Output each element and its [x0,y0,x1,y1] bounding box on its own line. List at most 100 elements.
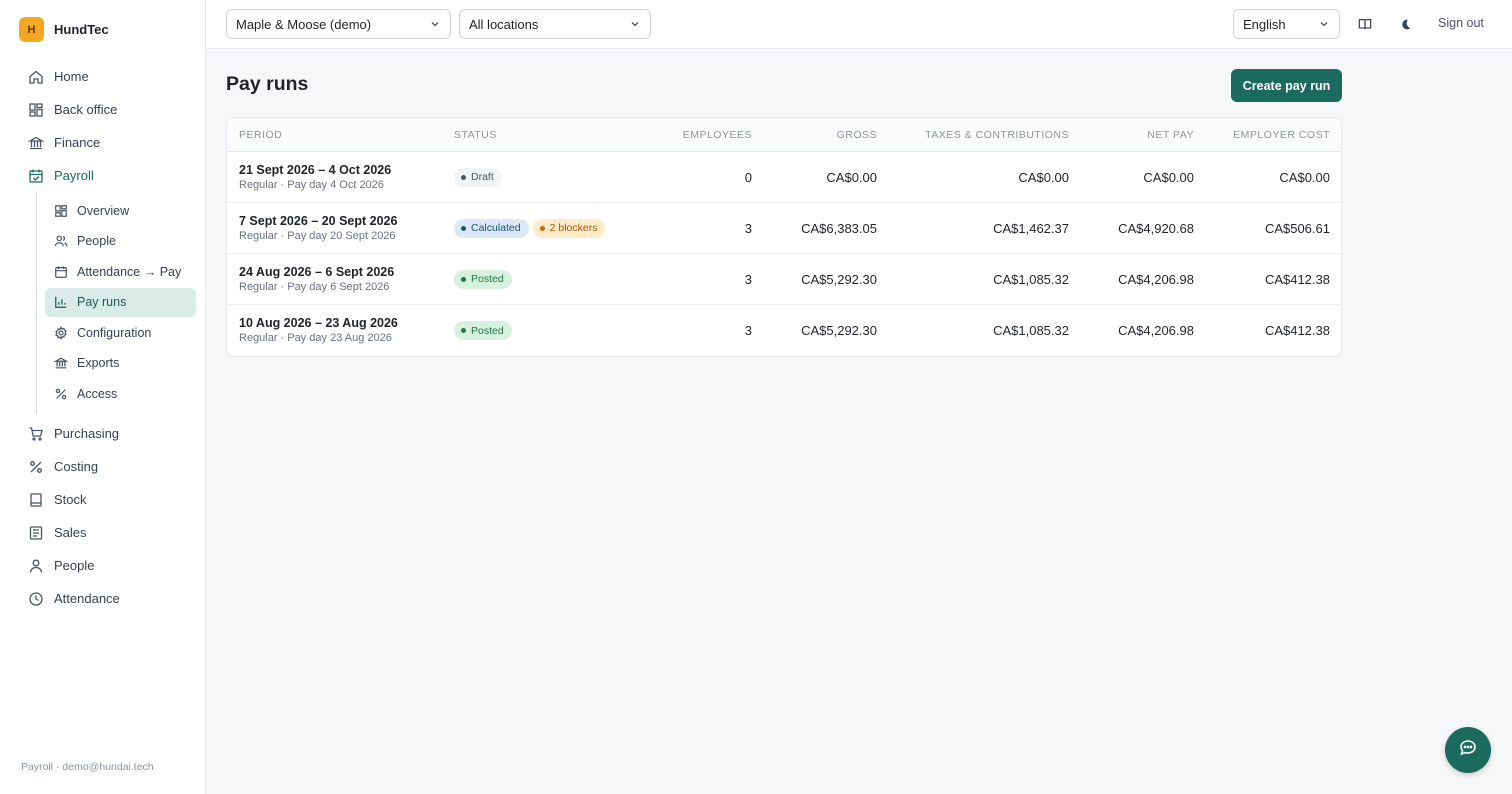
sidebar-subitem-exports[interactable]: Exports [45,349,196,378]
chevron-down-icon [1319,17,1329,32]
table-row[interactable]: 7 Sept 2026 – 20 Sept 2026 Regular · Pay… [227,203,1341,254]
page-title: Pay runs [226,73,309,95]
sidebar-item-people[interactable]: People [19,549,195,582]
sidebar-item-label: People [54,558,95,574]
bank-icon [28,135,44,151]
book-icon[interactable] [1355,14,1375,34]
period-cell: 10 Aug 2026 – 23 Aug 2026 Regular · Pay … [227,315,454,346]
period-subtitle: Regular · Pay day 4 Oct 2026 [239,178,384,191]
table-row[interactable]: 10 Aug 2026 – 23 Aug 2026 Regular · Pay … [227,305,1341,356]
status-badge: Calculated [454,218,529,238]
period-range: 24 Aug 2026 – 6 Sept 2026 [239,264,395,279]
sidebar-item-label: Home [54,69,89,84]
header-employees[interactable]: EMPLOYEES [632,129,752,141]
blockers-badge[interactable]: 2 blockers [532,218,606,238]
brand-logo: H [19,17,44,42]
period-cell: 21 Sept 2026 – 4 Oct 2026 Regular · Pay … [227,162,454,193]
grid-icon [54,204,68,218]
taxes-cell: CA$1,085.32 [993,271,1069,287]
company-select[interactable]: Maple & Moose (demo) [226,9,451,39]
period-cell: 7 Sept 2026 – 20 Sept 2026 Regular · Pay… [227,213,454,244]
sidebar-item-home[interactable]: Home [19,60,195,93]
status-badge: Posted [454,269,512,289]
sidebar-subitem-overview[interactable]: Overview [45,196,196,225]
employees-cell: 0 [744,169,752,185]
sidebar-item-label: Finance [54,135,101,150]
pay-runs-table: PERIOD STATUS EMPLOYEES GROSS TAXES & CO… [226,117,1342,357]
sidebar-item-stock[interactable]: Stock [19,483,195,516]
sidebar-subitem-label: Attendance → Pay [77,264,182,279]
period-subtitle: Regular · Pay day 20 Sept 2026 [239,229,396,242]
create-pay-run-button[interactable]: Create pay run [1231,69,1342,102]
taxes-cell: CA$1,085.32 [993,323,1069,338]
net-pay-cell: CA$0.00 [1143,169,1194,185]
chevron-down-icon [630,17,640,32]
sidebar-item-sales[interactable]: Sales [19,516,195,549]
header-taxes[interactable]: TAXES & CONTRIBUTIONS [877,129,1069,141]
sidebar-item-label: Payroll [54,168,94,183]
employer-cost-cell: CA$412.38 [1264,323,1330,338]
company-select-value: Maple & Moose (demo) [236,16,372,32]
grid-icon [28,102,44,118]
status-badge-label: Calculated [471,222,521,234]
sidebar: H HundTec Home Back office Finance Payro… [0,0,206,794]
topbar: Maple & Moose (demo) All locations Engli… [206,0,1512,49]
status-cell: Calculated 2 blockers [454,218,632,238]
sidebar-item-label: Back office [54,102,118,117]
header-employer-cost[interactable]: EMPLOYER COST [1194,129,1330,141]
table-row[interactable]: 24 Aug 2026 – 6 Sept 2026 Regular · Pay … [227,254,1341,305]
sidebar-item-finance[interactable]: Finance [19,126,195,159]
sidebar-subitem-configuration[interactable]: Configuration [45,318,196,347]
sidebar-item-attendance[interactable]: Attendance [19,582,195,615]
user-icon [28,558,44,574]
sidebar-item-back-office[interactable]: Back office [19,93,195,126]
box-icon [28,492,44,508]
gross-cell: CA$5,292.30 [801,323,877,338]
employees-cell: 3 [744,271,752,287]
location-select[interactable]: All locations [459,9,651,39]
gross-cell: CA$5,292.30 [801,271,877,287]
sidebar-item-label: Sales [54,525,87,541]
period-subtitle: Regular · Pay day 23 Aug 2026 [239,332,392,344]
gear-icon [54,325,68,340]
table-row[interactable]: 21 Sept 2026 – 4 Oct 2026 Regular · Pay … [227,152,1341,203]
brand[interactable]: H HundTec [19,17,109,42]
header-gross[interactable]: GROSS [752,129,877,141]
calendar-icon [54,265,68,279]
chevron-down-icon [430,17,440,32]
employer-cost-cell: CA$0.00 [1279,169,1330,185]
status-badge-label: Posted [471,324,504,337]
sidebar-subitem-attendance-pay[interactable]: Attendance → Pay [45,257,196,286]
sidebar-item-label: Stock [54,492,87,508]
sidebar-item-purchasing[interactable]: Purchasing [19,417,195,450]
moon-icon[interactable] [1395,14,1415,34]
language-select[interactable]: English [1233,9,1340,39]
header-period[interactable]: PERIOD [227,129,454,141]
sidebar-subitem-people[interactable]: People [45,227,196,256]
sidebar-subitem-label: Pay runs [77,295,127,310]
sidebar-subitem-label: Access [77,387,118,402]
net-pay-cell: CA$4,920.68 [1118,220,1194,236]
home-icon [28,69,44,85]
employer-cost-cell: CA$506.61 [1264,220,1330,236]
period-range: 7 Sept 2026 – 20 Sept 2026 [239,213,398,228]
employer-cost-cell: CA$412.38 [1264,271,1330,287]
sidebar-item-label: Attendance [54,591,120,607]
net-pay-cell: CA$4,206.98 [1118,271,1194,287]
status-cell: Posted [454,269,632,289]
employees-cell: 3 [744,323,752,338]
status-badge: Draft [454,167,502,187]
sidebar-item-payroll[interactable]: Payroll [19,159,195,192]
sign-out-link[interactable]: Sign out [1438,16,1484,30]
header-net-pay[interactable]: NET PAY [1069,129,1194,141]
sidebar-subitem-pay-runs[interactable]: Pay runs [45,287,196,317]
header-status[interactable]: STATUS [454,129,632,141]
sidebar-subitem-label: People [77,234,116,249]
period-range: 21 Sept 2026 – 4 Oct 2026 [239,162,392,177]
chat-bubble-icon [1458,738,1478,763]
chat-button[interactable] [1445,727,1491,773]
sidebar-item-costing[interactable]: Costing [19,450,195,483]
sidebar-subitem-access[interactable]: Access [45,380,196,409]
payroll-subnav: Overview People Attendance → Pay Pay run… [36,192,196,415]
status-badge-label: Posted [471,273,504,285]
